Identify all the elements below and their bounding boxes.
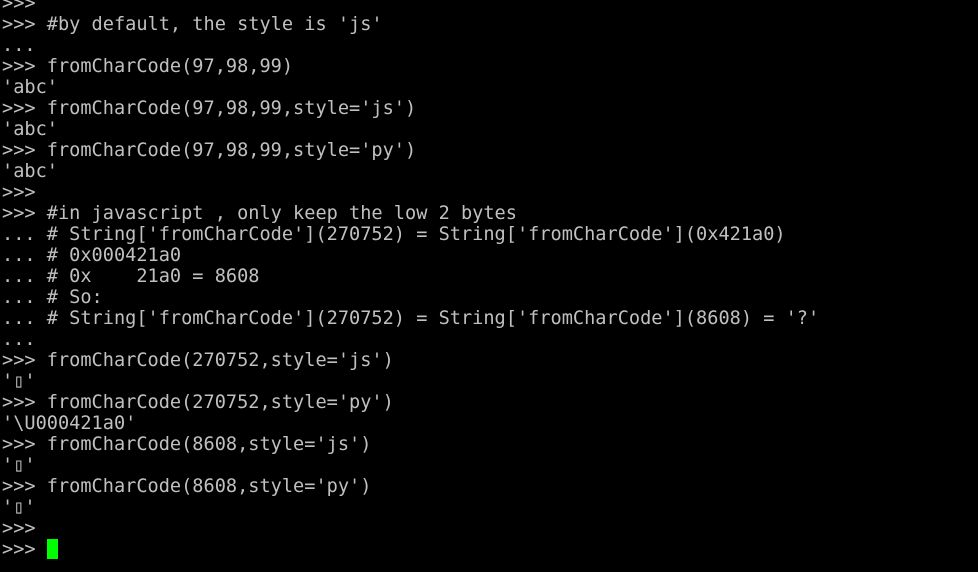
terminal-line: 'abc' — [2, 161, 58, 182]
prompt: >>> — [2, 539, 47, 560]
terminal-line: ... # So: — [2, 287, 103, 308]
terminal-line: ... — [2, 35, 36, 56]
terminal-line: >>> fromCharCode(97,98,99,style='js') — [2, 98, 417, 119]
terminal-line: '▯' — [2, 497, 36, 518]
terminal-line: >>> fromCharCode(270752,style='js') — [2, 350, 394, 371]
terminal-window[interactable]: >>> >>> #by default, the style is 'js' .… — [0, 0, 978, 565]
terminal-line: 'abc' — [2, 77, 58, 98]
terminal-line: >>> #in javascript , only keep the low 2… — [2, 203, 517, 224]
terminal-line: >>> — [2, 0, 36, 14]
terminal-line: >>> fromCharCode(8608,style='js') — [2, 434, 372, 455]
terminal-line: >>> fromCharCode(97,98,99) — [2, 56, 294, 77]
terminal-line: ... # 0x000421a0 — [2, 245, 182, 266]
terminal-line: '\U000421a0' — [2, 413, 137, 434]
terminal-line: '▯' — [2, 455, 36, 476]
terminal-line: ... — [2, 329, 36, 350]
terminal-line: >>> — [2, 518, 36, 539]
terminal-line: 'abc' — [2, 119, 58, 140]
terminal-line: >>> — [2, 182, 36, 203]
terminal-line: >>> #by default, the style is 'js' — [2, 14, 383, 35]
terminal-line: ... # String['fromCharCode'](270752) = S… — [2, 308, 820, 329]
terminal-line: >>> fromCharCode(8608,style='py') — [2, 476, 372, 497]
terminal-line: >>> fromCharCode(97,98,99,style='py') — [2, 140, 417, 161]
terminal-line: '▯' — [2, 371, 36, 392]
input-line[interactable]: >>> — [2, 539, 978, 560]
terminal-line: >>> fromCharCode(270752,style='py') — [2, 392, 394, 413]
text-cursor — [46, 539, 58, 559]
terminal-line: ... # 0x 21a0 = 8608 — [2, 266, 260, 287]
terminal-line: ... # String['fromCharCode'](270752) = S… — [2, 224, 786, 245]
